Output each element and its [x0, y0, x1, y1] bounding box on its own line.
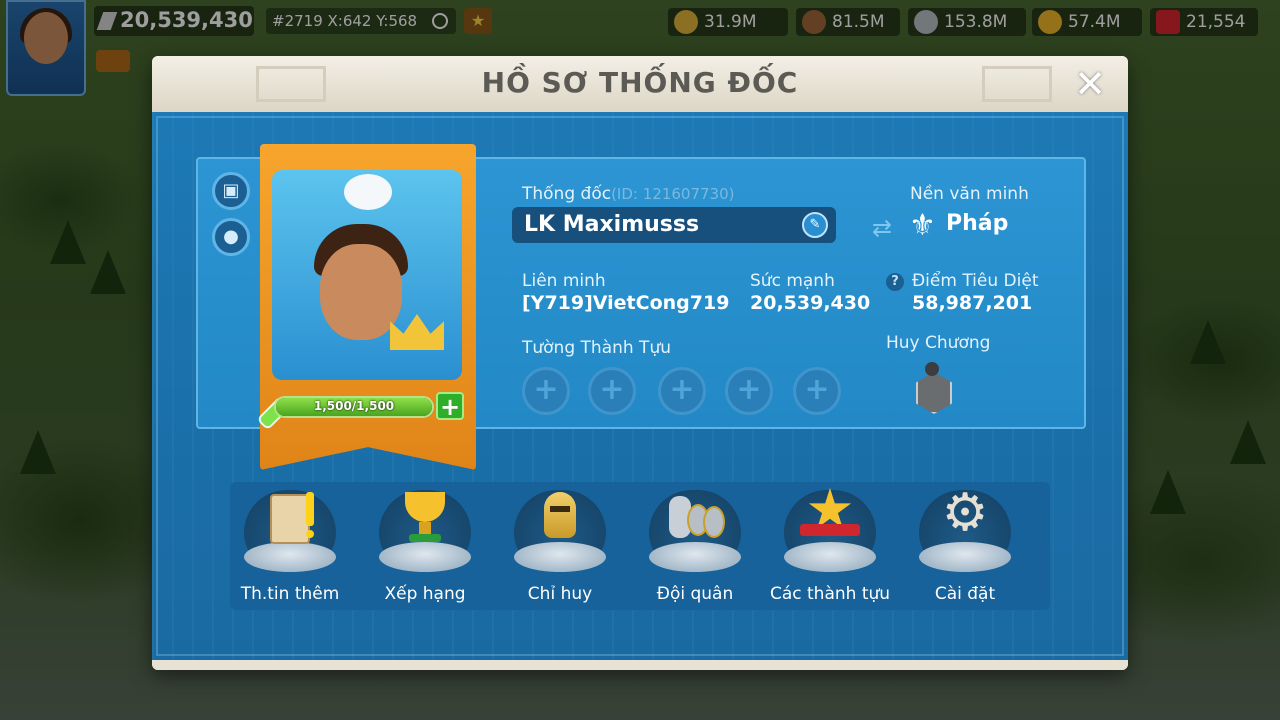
pencil-icon: ✎ [809, 217, 821, 232]
polar-bear-ornament [344, 174, 392, 210]
portrait-face [320, 244, 402, 340]
governor-name-box: LK Maximusss ✎ [512, 207, 836, 243]
profile-menu-bar: Th.tin thêm Xếp hạng Chỉ huy Đội quân Cá… [230, 482, 1050, 610]
kill-points-label: Điểm Tiêu Diệt [912, 271, 1039, 291]
rename-button[interactable]: ✎ [802, 212, 828, 238]
governor-name: LK Maximusss [524, 212, 700, 237]
governor-label: Thống đốc [522, 184, 612, 204]
close-button[interactable]: ✕ [1070, 64, 1110, 104]
menu-label: Xếp hạng [384, 584, 466, 604]
dialog-titlebar: HỒ SƠ THỐNG ĐỐC ✕ [152, 56, 1128, 112]
governor-label-row: Thống đốc(ID: 121607730) [522, 184, 734, 204]
gear-icon: ⚙ [941, 483, 989, 543]
medal-label: Huy Chương [886, 333, 991, 353]
person-icon: ● [223, 226, 239, 247]
helmet-icon [530, 486, 590, 548]
menu-label: Th.tin thêm [240, 584, 340, 604]
achievement-slot[interactable]: + [793, 367, 841, 415]
achievements-button[interactable]: Các thành tựu [770, 482, 890, 610]
achievement-wall-label: Tường Thành Tựu [522, 338, 671, 358]
troops-button[interactable]: Đội quân [635, 482, 755, 610]
add-stamina-button[interactable]: + [436, 392, 464, 420]
achievement-slot[interactable]: + [522, 367, 570, 415]
governor-portrait[interactable]: 1,500/1,500 + [256, 144, 476, 470]
governor-info-button[interactable]: ● [212, 218, 250, 256]
dialog-bottom-edge [152, 660, 1128, 670]
soldiers-icon [665, 486, 725, 548]
fleur-de-lis-icon: ⚜ [909, 208, 936, 243]
civilization-label: Nền văn minh [910, 184, 1029, 204]
trophy-icon [395, 486, 455, 548]
governor-profile-dialog: HỒ SƠ THỐNG ĐỐC ✕ ▣ ● 1,500/1,500 + Thốn… [152, 56, 1128, 670]
dialog-title: HỒ SƠ THỐNG ĐỐC [481, 66, 799, 99]
settings-button[interactable]: ⚙ Cài đặt [905, 482, 1025, 610]
rankings-button[interactable]: Xếp hạng [365, 482, 485, 610]
menu-label: Các thành tựu [769, 584, 891, 604]
star-banner-icon [800, 486, 860, 548]
achievement-slot[interactable]: + [725, 367, 773, 415]
more-info-button[interactable]: Th.tin thêm [230, 482, 350, 610]
commanders-button[interactable]: Chỉ huy [500, 482, 620, 610]
governor-id: (ID: 121607730) [611, 185, 735, 203]
menu-label: Cài đặt [934, 584, 996, 604]
menu-label: Đội quân [656, 584, 734, 604]
kill-points-value: 58,987,201 [912, 292, 1033, 314]
change-civilization-button[interactable]: ⇄ [872, 214, 892, 242]
scroll-icon [260, 486, 320, 548]
help-icon[interactable]: ? [886, 273, 904, 291]
achievement-slot[interactable]: + [658, 367, 706, 415]
portrait-icon: ▣ [222, 180, 240, 201]
power-label: Sức mạnh [750, 271, 835, 291]
alliance-value[interactable]: [Y719]VietCong719 [522, 292, 729, 314]
stamina-text: 1,500/1,500 [313, 399, 395, 413]
civilization-value: Pháp [946, 211, 1009, 236]
power-stat-value: 20,539,430 [750, 292, 871, 314]
stamina-bar: 1,500/1,500 [274, 396, 434, 418]
achievement-slot[interactable]: + [588, 367, 636, 415]
menu-label: Chỉ huy [527, 584, 593, 604]
alliance-label: Liên minh [522, 271, 606, 291]
medal-icon[interactable] [912, 362, 952, 414]
change-avatar-button[interactable]: ▣ [212, 172, 250, 210]
